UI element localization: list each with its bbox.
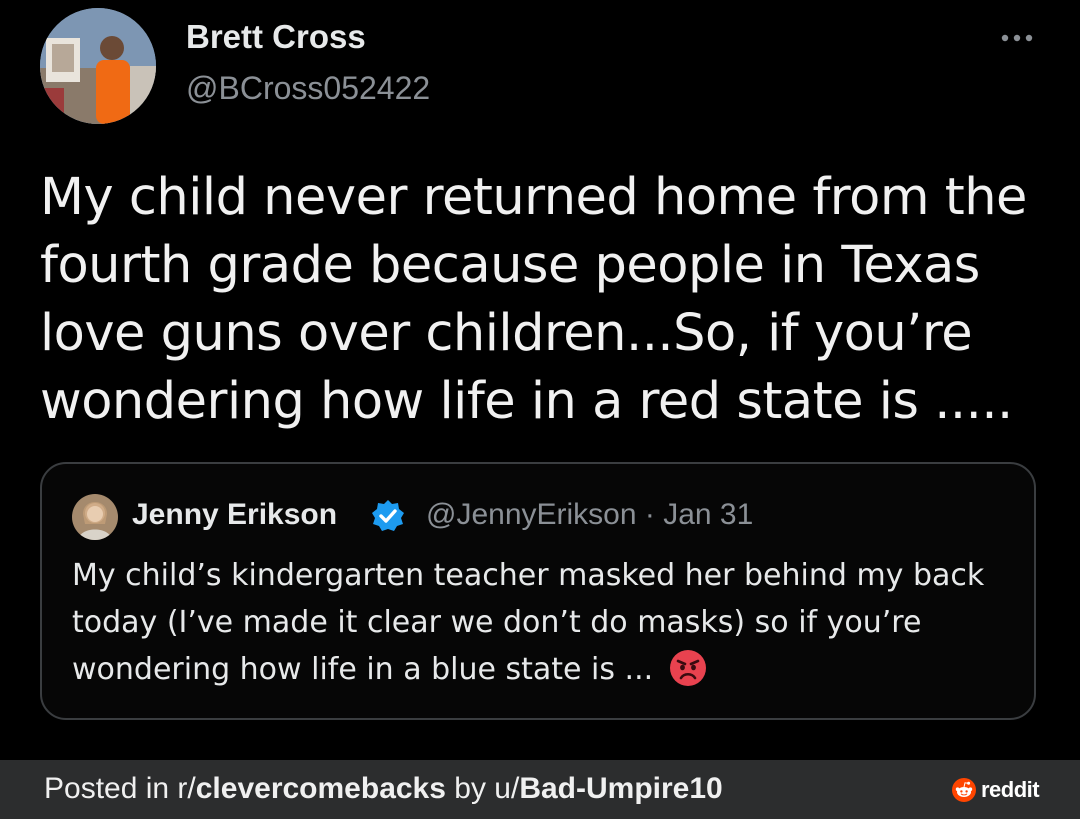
reddit-snoo-icon <box>952 778 976 802</box>
more-horizontal-icon[interactable] <box>996 26 1038 50</box>
author-handle[interactable]: @BCross052422 <box>186 70 430 107</box>
quoted-tweet-body: My child’s kindergarten teacher masked h… <box>72 558 985 687</box>
posted-by-text: by u/ <box>445 772 520 805</box>
reddit-wordmark: reddit <box>981 777 1040 802</box>
subreddit-link[interactable]: clevercomebacks <box>196 772 446 805</box>
quoted-tweet[interactable]: Jenny Erikson @JennyErikson · Jan 31 My … <box>40 462 1036 720</box>
reddit-footer-bar: Posted in r/clevercomebacks by u/Bad-Ump… <box>0 760 1080 819</box>
tweet-card: Brett Cross @BCross052422 My child never… <box>0 0 1080 760</box>
quoted-author-name[interactable]: Jenny Erikson <box>132 498 337 532</box>
quoted-tweet-text: My child’s kindergarten teacher masked h… <box>72 552 1002 693</box>
quoted-author-avatar[interactable] <box>72 494 118 540</box>
author-avatar[interactable] <box>40 8 156 124</box>
verified-badge-icon <box>370 498 406 534</box>
reddit-logo[interactable]: reddit <box>952 776 1040 804</box>
author-name[interactable]: Brett Cross <box>186 18 366 56</box>
user-link[interactable]: Bad-Umpire10 <box>519 772 722 805</box>
posted-in-prefix: Posted in r/ <box>44 772 196 805</box>
angry-face-emoji-icon <box>669 649 707 687</box>
posted-in-line: Posted in r/clevercomebacks by u/Bad-Ump… <box>44 772 723 806</box>
tweet-text: My child never returned home from the fo… <box>40 168 1027 431</box>
quoted-handle-date[interactable]: @JennyErikson · Jan 31 <box>426 498 753 532</box>
